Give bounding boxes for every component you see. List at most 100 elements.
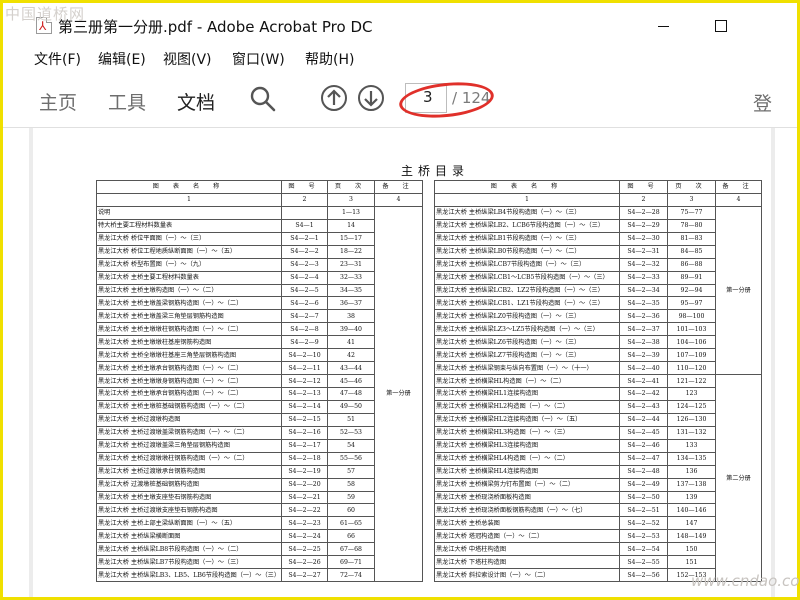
- cell-name: 黑龙江大桥 桥位工程地质纵断面图（一）～（五）: [96, 244, 282, 259]
- minimize-button[interactable]: [649, 11, 679, 37]
- cell-name: 黑龙江大桥 主桥过渡墩承台钢筋构造图: [96, 464, 282, 479]
- cell-number: S4—2—41: [619, 374, 668, 388]
- cell-pages: 101—103: [667, 322, 716, 337]
- table-row: 黑龙江大桥 主桥过渡墩支座垫石钢筋构造图 S4—2—22 60: [96, 503, 423, 518]
- cell-number: S4—2—54: [619, 542, 668, 557]
- cell-name: 特大桥主要工程材料数量表: [96, 218, 282, 233]
- table-row: 黑龙江大桥 主桥主墩桩基础钢筋构造图（一）～（二） S4—2—14 49—50: [96, 399, 423, 414]
- menu-help[interactable]: 帮助(H): [305, 49, 354, 69]
- cell-pages: 131—132: [667, 425, 716, 440]
- cell-name: 黑龙江大桥 主桥纵梁LZ6节段构造图（一）～（三）: [434, 335, 620, 350]
- menu-edit[interactable]: 编辑(E): [98, 49, 146, 69]
- menu-file[interactable]: 文件(F): [34, 49, 81, 69]
- table-row: 黑龙江大桥 主桥纵梁LB2、LCB6节段构造图（一）～（三） S4—2—29 78—…: [434, 218, 762, 233]
- cell-name: 黑龙江大桥 主桥横梁HL3构造图（一）～（三）: [434, 425, 620, 440]
- cell-name: 黑龙江大桥 主桥横梁HL2构造图（一）～（二）: [434, 399, 620, 414]
- table-row: 特大桥主要工程材料数量表 S4—1 14: [96, 218, 423, 233]
- cell-pages: 23—31: [327, 257, 375, 272]
- cell-number: S4—2—44: [619, 412, 668, 427]
- cell-pages: 32—33: [327, 270, 375, 285]
- cell-pages: 107—109: [667, 348, 716, 363]
- cell-name: 黑龙江大桥 主桥过渡墩墩柱钢筋构造图（一）～（二）: [96, 451, 282, 466]
- table-row: 黑龙江大桥 主桥纵梁LB0节段构造图（一）～（二） S4—2—31 84—85: [434, 244, 762, 259]
- sign-in-link[interactable]: 登: [753, 89, 772, 116]
- cell-number: S4—2—31: [619, 244, 668, 259]
- cell-number: S4—2—16: [281, 425, 328, 440]
- table-row: 黑龙江大桥 主桥过渡墩盖梁钢筋构造图（一）～（二） S4—2—16 52—53: [96, 425, 423, 440]
- cell-number: S4—2—55: [619, 555, 668, 570]
- tab-home[interactable]: 主页: [39, 88, 77, 115]
- cell-name: 黑龙江大桥 斜拉索设计图（一）～（二）: [434, 568, 620, 583]
- cell-pages: 59: [327, 490, 375, 505]
- table-row: 黑龙江大桥 主桥纵梁LCB7节段构造图（一）～（三） S4—2—32 86—88: [434, 257, 762, 272]
- cell-number: S4—2—19: [281, 464, 328, 479]
- cell-pages: 98—100: [667, 309, 716, 324]
- remark-cell: 第一分册: [715, 205, 762, 376]
- cell-name: 黑龙江大桥 主桥纵梁LB0节段构造图（一）～（二）: [434, 244, 620, 259]
- menu-view[interactable]: 视图(V): [163, 49, 212, 69]
- table-row: 黑龙江大桥 主桥纵梁LZ6节段构造图（一）～（三） S4—2—38 104—106: [434, 335, 762, 350]
- cell-pages: 43—44: [327, 361, 375, 376]
- table-row: 黑龙江大桥 主桥横梁HL4构造图（一）～（二） S4—2—47 134—135: [434, 451, 762, 466]
- cell-name: 黑龙江大桥 主桥纵梁横断面图: [96, 529, 282, 544]
- cell-number: S4—2—48: [619, 464, 668, 479]
- cell-number: S4—2—26: [281, 555, 328, 570]
- cell-name: 黑龙江大桥 桥型布置图（一）～（九）: [96, 257, 282, 272]
- cell-pages: 45—46: [327, 374, 375, 388]
- table-row: 黑龙江大桥 主桥主墩支座垫石钢筋构造图 S4—2—21 59: [96, 490, 423, 505]
- maximize-button[interactable]: [706, 11, 736, 37]
- cell-pages: 104—106: [667, 335, 716, 350]
- cell-number: S4—2—2: [281, 244, 328, 259]
- column-header-name: 图 表 名 称: [434, 180, 620, 194]
- cell-number: S4—2—27: [281, 568, 328, 583]
- cell-pages: 147: [667, 516, 716, 531]
- table-row: 黑龙江大桥 主桥纵梁LZ0节段构造图（一）～（三） S4—2—36 98—100: [434, 309, 762, 324]
- cell-number: S4—2—23: [281, 516, 328, 531]
- cell-name: 黑龙江大桥 过渡墩桩基础钢筋构造图: [96, 477, 282, 492]
- remark-cell: 第一分册: [374, 205, 423, 583]
- cell-name: 黑龙江大桥 主桥纵梁LB8节段构造图（一）～（二）: [96, 542, 282, 557]
- table-row: 黑龙江大桥 主桥过渡墩盖梁三角垫层钢筋构造图 S4—2—17 54: [96, 438, 423, 453]
- table-row: 黑龙江大桥 主桥主墩墩柱基座钢筋构造图 S4—2—9 41: [96, 335, 423, 350]
- cell-number: S4—2—5: [281, 283, 328, 298]
- column-header-remarks: 备 注: [374, 180, 423, 194]
- cell-name: 黑龙江大桥 主桥主墩墩柱钢筋构造图（一）～（二）: [96, 322, 282, 337]
- toc-table-right: 图 表 名 称 图 号 页 次 备 注 1 2 3 4 黑龙江大桥 主桥纵梁LB…: [434, 180, 762, 583]
- cell-pages: 121—122: [667, 374, 716, 388]
- cell-name: 黑龙江大桥 主桥过渡墩盖梁三角垫层钢筋构造图: [96, 438, 282, 453]
- table-row: 黑龙江大桥 主桥纵梁LB8节段构造图（一）～（二） S4—2—25 67—68: [96, 542, 423, 557]
- cell-number: S4—2—49: [619, 477, 668, 492]
- cell-name: 黑龙江大桥 主桥主墩构造图（一）～（二）: [96, 283, 282, 298]
- table-row: 黑龙江大桥 塔冠构造图（一）～（二） S4—2—53 148—149: [434, 529, 762, 544]
- cell-name: 黑龙江大桥 主桥横梁HL4构造图（一）～（二）: [434, 451, 620, 466]
- cell-name: 黑龙江大桥 主桥纵梁LZ7节段构造图（一）～（三）: [434, 348, 620, 363]
- table-row: 黑龙江大桥 主桥横梁HL2连接构造图（一）～（五） S4—2—44 126—130: [434, 412, 762, 427]
- table-row: 黑龙江大桥 主桥主墩承台钢筋构造图（一）～（二） S4—2—11 43—44: [96, 361, 423, 376]
- arrow-up-circle-icon[interactable]: [320, 84, 348, 112]
- table-row: 黑龙江大桥 下塔柱构造图 S4—2—55 151: [434, 555, 762, 570]
- table-row: 黑龙江大桥 主桥纵梁LZ7节段构造图（一）～（三） S4—2—39 107—109: [434, 348, 762, 363]
- cell-pages: 42: [327, 348, 375, 363]
- column-number: 3: [667, 192, 716, 207]
- table-row: 黑龙江大桥 主桥现浇桥面板钢筋构造图（一）～（七） S4—2—51 140—146: [434, 503, 762, 518]
- tab-document[interactable]: 文档: [177, 88, 215, 115]
- document-view: 主桥目录 图 表 名 称 图 号 页 次 备 注 1 2 3 4 说明 1—13 第…: [3, 128, 800, 597]
- cell-pages: 1—13: [327, 205, 375, 220]
- table-row: 黑龙江大桥 主桥横梁HL3连接构造图 S4—2—46 133: [434, 438, 762, 453]
- cell-name: 黑龙江大桥 下塔柱构造图: [434, 555, 620, 570]
- table-row: 黑龙江大桥 主桥横梁HL2构造图（一）～（二） S4—2—43 124—125: [434, 399, 762, 414]
- menu-window[interactable]: 窗口(W): [232, 49, 285, 69]
- cell-pages: 126—130: [667, 412, 716, 427]
- arrow-down-circle-icon[interactable]: [357, 84, 385, 112]
- table-row: 黑龙江大桥 主桥主墩墩身钢筋构造图（一）～（二） S4—2—12 45—46: [96, 374, 423, 388]
- tab-tools[interactable]: 工具: [108, 88, 146, 115]
- cell-name: 黑龙江大桥 主桥上部主梁纵断面图（一）～（五）: [96, 516, 282, 531]
- cell-name: 黑龙江大桥 主桥现浇桥面板钢筋构造图（一）～（七）: [434, 503, 620, 518]
- search-icon[interactable]: [249, 85, 277, 113]
- window-title: 第三册第一分册.pdf - Adobe Acrobat Pro DC: [58, 18, 373, 36]
- cell-name: 黑龙江大桥 主桥纵梁LB3、LB5、LB6节段构造图（一）～（三）: [96, 568, 282, 583]
- cell-pages: 67—68: [327, 542, 375, 557]
- cell-name: 黑龙江大桥 中塔柱构造图: [434, 542, 620, 557]
- column-header-pages: 页 次: [667, 180, 716, 194]
- watermark-top: 中国道桥网: [5, 5, 86, 23]
